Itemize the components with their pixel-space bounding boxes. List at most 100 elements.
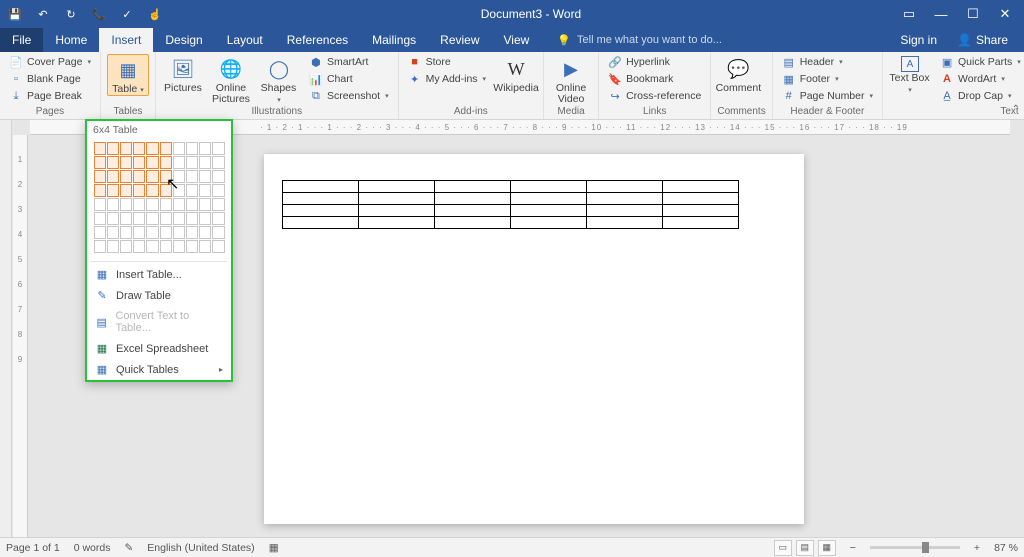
- table-cell[interactable]: [283, 193, 359, 205]
- tab-home[interactable]: Home: [43, 28, 99, 52]
- grid-cell[interactable]: [212, 156, 224, 169]
- sign-in-button[interactable]: Sign in: [892, 33, 945, 47]
- grid-cell[interactable]: [94, 184, 106, 197]
- grid-cell[interactable]: [107, 240, 119, 253]
- grid-cell[interactable]: [107, 170, 119, 183]
- table-cell[interactable]: [511, 205, 587, 217]
- table-button[interactable]: ▦ Table ▾: [107, 54, 149, 96]
- grid-cell[interactable]: [212, 198, 224, 211]
- zoom-slider[interactable]: [870, 546, 960, 549]
- grid-cell[interactable]: [173, 212, 185, 225]
- table-cell[interactable]: [359, 205, 435, 217]
- wordart-button[interactable]: AWordArt ▾: [937, 71, 1024, 87]
- grid-cell[interactable]: [94, 226, 106, 239]
- grid-cell[interactable]: [160, 212, 172, 225]
- header-button[interactable]: ▤Header ▾: [779, 54, 876, 70]
- table-cell[interactable]: [663, 205, 739, 217]
- tab-insert[interactable]: Insert: [99, 28, 153, 52]
- grid-cell[interactable]: [212, 212, 224, 225]
- grid-cell[interactable]: [186, 170, 198, 183]
- page-number-button[interactable]: #Page Number ▾: [779, 88, 876, 104]
- tab-mailings[interactable]: Mailings: [360, 28, 428, 52]
- grid-cell[interactable]: [94, 212, 106, 225]
- zoom-thumb[interactable]: [922, 542, 929, 553]
- grid-cell[interactable]: [107, 156, 119, 169]
- comment-button[interactable]: 💬Comment: [717, 54, 759, 94]
- grid-cell[interactable]: [199, 240, 211, 253]
- hyperlink-button[interactable]: 🔗Hyperlink: [605, 54, 704, 70]
- grid-cell[interactable]: [160, 198, 172, 211]
- smartart-button[interactable]: ⬢SmartArt: [306, 54, 392, 70]
- cover-page-button[interactable]: 📄Cover Page▾: [6, 54, 94, 70]
- grid-cell[interactable]: [160, 142, 172, 155]
- grid-cell[interactable]: [146, 184, 158, 197]
- maximize-button[interactable]: ☐: [958, 3, 988, 25]
- grid-cell[interactable]: [186, 212, 198, 225]
- table-cell[interactable]: [283, 181, 359, 193]
- grid-cell[interactable]: [120, 240, 132, 253]
- grid-cell[interactable]: [186, 142, 198, 155]
- grid-cell[interactable]: [107, 212, 119, 225]
- document-page[interactable]: [264, 154, 804, 524]
- excel-spreadsheet-menuitem[interactable]: ▦Excel Spreadsheet: [87, 338, 231, 359]
- draw-table-menuitem[interactable]: ✎Draw Table: [87, 285, 231, 306]
- check-button[interactable]: ✓: [114, 2, 140, 26]
- save-button[interactable]: 💾: [2, 2, 28, 26]
- grid-cell[interactable]: [133, 226, 145, 239]
- table-cell[interactable]: [359, 217, 435, 229]
- grid-cell[interactable]: [133, 184, 145, 197]
- wikipedia-button[interactable]: WWikipedia: [495, 54, 537, 94]
- grid-cell[interactable]: [199, 198, 211, 211]
- grid-cell[interactable]: [120, 184, 132, 197]
- quick-tables-menuitem[interactable]: ▦Quick Tables▸: [87, 359, 231, 380]
- grid-cell[interactable]: [94, 170, 106, 183]
- grid-cell[interactable]: [146, 198, 158, 211]
- word-count[interactable]: 0 words: [74, 542, 111, 554]
- grid-cell[interactable]: [173, 198, 185, 211]
- drop-cap-button[interactable]: A̲Drop Cap ▾: [937, 88, 1024, 104]
- grid-cell[interactable]: [199, 226, 211, 239]
- grid-cell[interactable]: [146, 170, 158, 183]
- tab-file[interactable]: File: [0, 28, 43, 52]
- grid-cell[interactable]: [199, 212, 211, 225]
- quick-parts-button[interactable]: ▣Quick Parts ▾: [937, 54, 1024, 70]
- touch-mode-button[interactable]: ☝: [142, 2, 168, 26]
- table-cell[interactable]: [663, 193, 739, 205]
- grid-cell[interactable]: [94, 198, 106, 211]
- table-cell[interactable]: [511, 181, 587, 193]
- grid-cell[interactable]: [173, 156, 185, 169]
- grid-cell[interactable]: [186, 184, 198, 197]
- page-indicator[interactable]: Page 1 of 1: [6, 542, 60, 554]
- proofing-icon[interactable]: ✎: [124, 542, 133, 554]
- undo-button[interactable]: ↶: [30, 2, 56, 26]
- grid-cell[interactable]: [107, 142, 119, 155]
- grid-cell[interactable]: [212, 184, 224, 197]
- grid-cell[interactable]: [146, 142, 158, 155]
- grid-cell[interactable]: [133, 212, 145, 225]
- table-cell[interactable]: [359, 181, 435, 193]
- grid-cell[interactable]: [173, 142, 185, 155]
- call-button[interactable]: 📞: [86, 2, 112, 26]
- grid-cell[interactable]: [212, 226, 224, 239]
- macro-recording-icon[interactable]: ▦: [269, 542, 279, 554]
- zoom-in-button[interactable]: +: [974, 542, 980, 554]
- web-layout-button[interactable]: ▦: [818, 540, 836, 556]
- print-layout-button[interactable]: ▤: [796, 540, 814, 556]
- share-button[interactable]: 👤Share: [949, 33, 1016, 47]
- table-cell[interactable]: [283, 205, 359, 217]
- table-cell[interactable]: [587, 193, 663, 205]
- grid-cell[interactable]: [160, 170, 172, 183]
- table-cell[interactable]: [435, 217, 511, 229]
- grid-cell[interactable]: [94, 142, 106, 155]
- grid-cell[interactable]: [199, 170, 211, 183]
- close-button[interactable]: ✕: [990, 3, 1020, 25]
- read-mode-button[interactable]: ▭: [774, 540, 792, 556]
- screenshot-button[interactable]: ⧉Screenshot▾: [306, 88, 392, 104]
- bookmark-button[interactable]: 🔖Bookmark: [605, 71, 704, 87]
- tab-references[interactable]: References: [275, 28, 360, 52]
- grid-cell[interactable]: [212, 240, 224, 253]
- grid-cell[interactable]: [199, 156, 211, 169]
- grid-cell[interactable]: [212, 170, 224, 183]
- grid-cell[interactable]: [107, 226, 119, 239]
- grid-cell[interactable]: [120, 198, 132, 211]
